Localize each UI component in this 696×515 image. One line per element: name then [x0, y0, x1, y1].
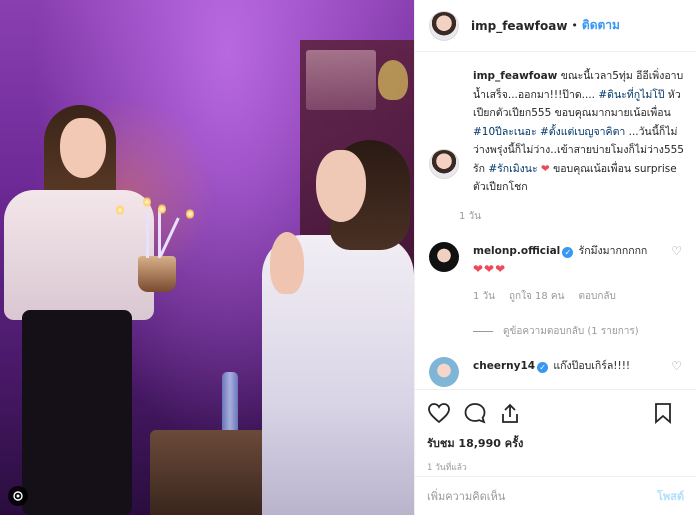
person-left-body [4, 190, 154, 320]
comment-item: melonp.official ✓ รักมึงมากกกกก ❤❤❤ 1 วัน… [429, 241, 682, 306]
post-header: imp_feawfoaw • ติดตาม [415, 0, 696, 52]
bookmark-icon[interactable] [654, 402, 672, 424]
replies-line [473, 330, 493, 332]
comment-heart-icon[interactable]: ♡ [671, 359, 682, 387]
comment-username[interactable]: melonp.official [473, 245, 560, 257]
heart-icon[interactable] [427, 402, 451, 424]
view-replies-button[interactable]: ดูข้อความตอบกลับ (1 รายการ) [473, 324, 682, 339]
comment-input[interactable]: เพิ่มความคิดเห็น [427, 487, 657, 505]
comment-icon[interactable] [463, 402, 487, 424]
candle [146, 212, 149, 258]
reply-button[interactable]: ตอบกลับ [578, 288, 615, 306]
post-sidebar: imp_feawfoaw • ติดตาม imp_feawfoaw ขณะนี… [414, 0, 696, 515]
person-left-pants [22, 310, 132, 515]
comment-text: แก๊งป๊อบเกิร์ล!!!! [550, 359, 631, 372]
avatar[interactable] [429, 356, 459, 387]
add-comment-bar: เพิ่มความคิดเห็น โพสต์ [415, 476, 696, 515]
comment-item: cheerny14 ✓ แก๊งป๊อบเกิร์ล!!!! ♡ [429, 356, 682, 387]
comment-username[interactable]: cheerny14 [473, 360, 535, 372]
heart-emoji: ❤ [537, 162, 550, 175]
comments-list[interactable]: imp_feawfoaw ขณะนี้เวลา5ทุ่ม อีอีเพิ่งอา… [415, 53, 696, 389]
view-replies-label: ดูข้อความตอบกลับ (1 รายการ) [503, 325, 639, 337]
hashtag-link[interactable]: #ดินะที่กูไม่โป๊ [598, 89, 664, 101]
avatar[interactable] [429, 10, 459, 41]
comment-likes[interactable]: ถูกใจ 18 คน [509, 288, 564, 306]
comment-age[interactable]: 1 วัน [473, 288, 495, 306]
comment-hearts: ❤❤❤ [473, 261, 507, 276]
verified-icon: ✓ [562, 246, 574, 258]
candle-flame [186, 208, 194, 220]
candle-flame [143, 196, 151, 208]
post-comment-button[interactable]: โพสต์ [657, 487, 684, 505]
comment-heart-icon[interactable]: ♡ [671, 244, 682, 306]
candle [159, 217, 180, 257]
verified-icon: ✓ [537, 361, 549, 373]
water-bottle [222, 372, 238, 434]
share-icon[interactable] [499, 402, 521, 424]
birthday-cake [138, 256, 176, 292]
candle-flame [158, 203, 166, 215]
comment-meta: 1 วัน ถูกใจ 18 คน ตอบกลับ [473, 288, 671, 306]
hashtag-link[interactable]: #รักเมิงนะ [488, 163, 537, 175]
caption-age[interactable]: 1 วัน [459, 209, 687, 224]
hashtag-link[interactable]: #ตั้งแต่เบญจาคิตา [540, 126, 625, 138]
person-left-face [60, 118, 106, 178]
avatar[interactable] [429, 241, 459, 272]
candle-flame [116, 204, 124, 216]
separator-dot: • [571, 19, 578, 32]
caption-username[interactable]: imp_feawfoaw [473, 70, 557, 82]
post-actions: รับชม 18,990 ครั้ง 1 วันที่แล้ว [415, 389, 696, 474]
follow-button[interactable]: ติดตาม [582, 16, 620, 35]
post-time[interactable]: 1 วันที่แล้ว [427, 460, 684, 474]
view-count[interactable]: รับชม 18,990 ครั้ง [427, 434, 684, 452]
post-media[interactable] [0, 0, 414, 515]
avatar[interactable] [429, 149, 459, 179]
comment-text: รักมึงมากกกกก [575, 244, 648, 257]
video-icon[interactable] [8, 486, 28, 506]
post-username[interactable]: imp_feawfoaw [471, 19, 567, 33]
hashtag-link[interactable]: #10ปีละเนอะ [473, 126, 537, 138]
caption-text: imp_feawfoaw ขณะนี้เวลา5ทุ่ม อีอีเพิ่งอา… [473, 67, 687, 197]
caption: imp_feawfoaw ขณะนี้เวลา5ทุ่ม อีอีเพิ่งอา… [429, 67, 684, 224]
person-right-face [316, 150, 366, 222]
praying-hands [270, 232, 304, 294]
